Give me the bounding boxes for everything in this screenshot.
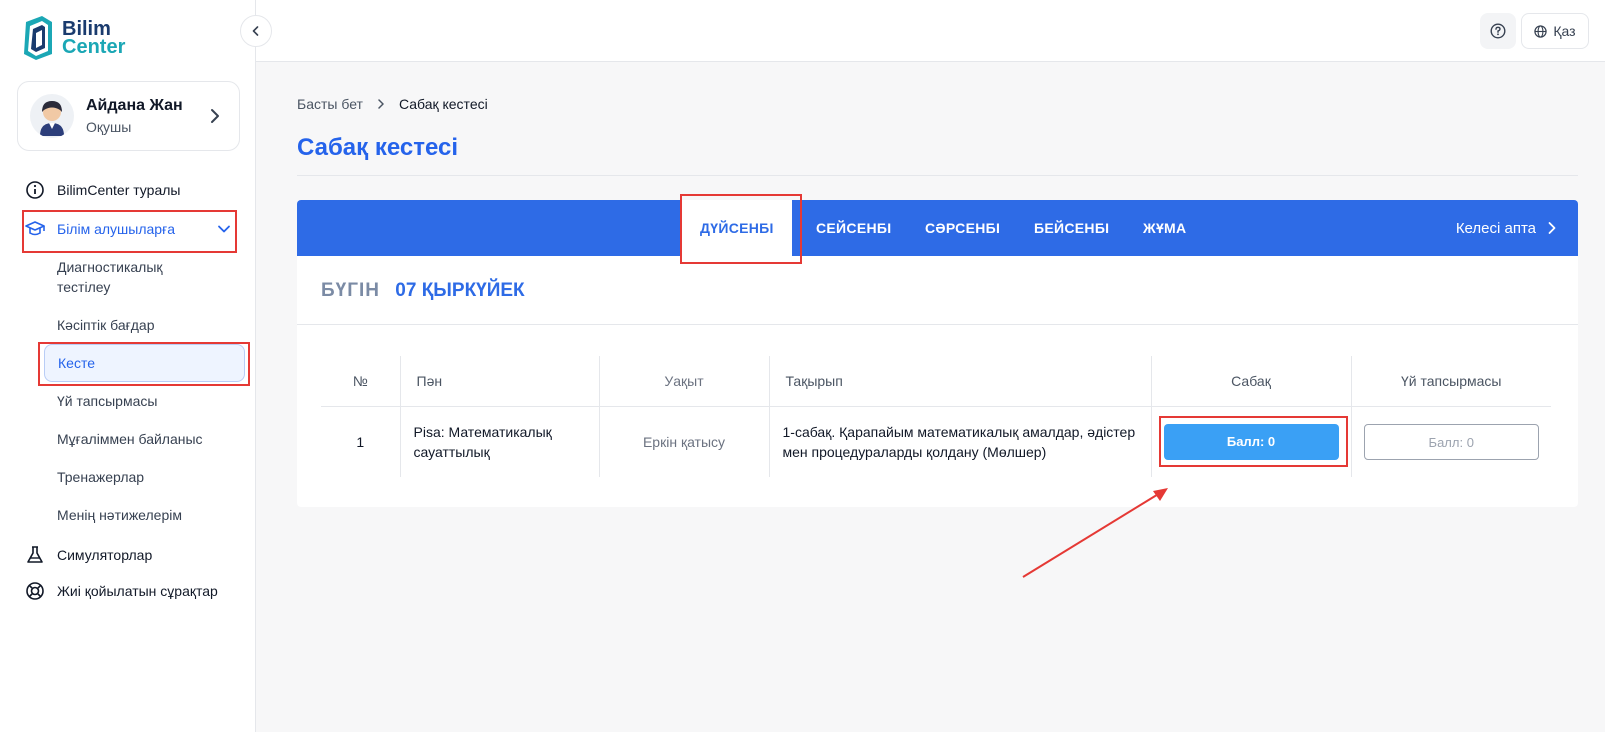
- schedule-table: № Пән Уақыт Тақырып Сабақ Үй тапсырмасы …: [321, 356, 1551, 477]
- topbar: Қаз: [256, 0, 1605, 62]
- today-header: БҮГІН 07 ҚЫРКҮЙЕК: [321, 280, 525, 302]
- chevron-left-icon: [252, 26, 259, 36]
- title-divider: [297, 175, 1578, 176]
- breadcrumb-current: Сабақ кестесі: [398, 96, 488, 112]
- chevron-right-icon: [375, 98, 387, 110]
- nav-simulators-label: Симуляторлар: [57, 547, 153, 563]
- page-title: Сабақ кестесі: [297, 134, 459, 161]
- language-switcher[interactable]: Қаз: [1521, 13, 1589, 49]
- col-lesson-header: Сабақ: [1151, 356, 1352, 407]
- globe-icon: [1534, 24, 1548, 38]
- nav-results[interactable]: Менің нәтижелерім: [57, 505, 182, 525]
- tab-thursday[interactable]: БЕЙСЕНБІ: [1034, 200, 1109, 256]
- nav-homework[interactable]: Үй тапсырмасы: [57, 391, 157, 411]
- next-week-button[interactable]: Келесі апта: [1456, 200, 1558, 256]
- homework-score-button[interactable]: Балл: 0: [1363, 423, 1539, 460]
- nav-about[interactable]: BilimCenter туралы: [25, 180, 180, 200]
- card-divider: [297, 324, 1578, 325]
- chevron-down-icon[interactable]: [217, 222, 231, 236]
- today-date: 07 ҚЫРКҮЙЕК: [395, 280, 525, 301]
- logo-line2: Center: [62, 36, 126, 58]
- table-header-row: № Пән Уақыт Тақырып Сабақ Үй тапсырмасы: [321, 356, 1551, 407]
- row-lesson-cell: Балл: 0: [1151, 406, 1352, 477]
- lifebuoy-icon: [25, 581, 45, 601]
- nav-career[interactable]: Кәсіптік бағдар: [57, 315, 155, 335]
- tab-monday[interactable]: ДҮЙСЕНБІ: [682, 200, 792, 256]
- row-subject: Pisa: Математикалық сауаттылық: [400, 406, 600, 477]
- next-week-label: Келесі апта: [1455, 219, 1536, 237]
- breadcrumb-home[interactable]: Басты бет: [297, 96, 363, 112]
- chevron-right-icon: [211, 109, 219, 123]
- schedule-card: ДҮЙСЕНБІ СЕЙСЕНБІ СӘРСЕНБІ БЕЙСЕНБІ ЖҰМА…: [297, 200, 1578, 507]
- question-circle-icon: [1490, 23, 1506, 39]
- row-homework-cell: Балл: 0: [1351, 406, 1551, 477]
- chevron-right-icon: [1548, 222, 1556, 234]
- lesson-score-button[interactable]: Балл: 0: [1163, 423, 1339, 460]
- collapse-sidebar-button[interactable]: [240, 15, 272, 47]
- row-time: Еркін қатысу: [599, 406, 770, 477]
- profile-card[interactable]: Айдана Жан Оқушы: [17, 81, 240, 151]
- user-avatar-icon: [40, 101, 64, 136]
- nav-faq[interactable]: Жиі қойылатын сұрақтар: [25, 581, 218, 601]
- graduation-cap-icon: [25, 219, 45, 239]
- nav-contact-teacher[interactable]: Мұғаліммен байланыс: [57, 429, 203, 449]
- avatar: [30, 94, 74, 138]
- language-label: Қаз: [1553, 23, 1576, 39]
- logo-text: Bilim Center: [62, 19, 126, 58]
- col-time-header: Уақыт: [599, 356, 770, 407]
- col-subject-header: Пән: [400, 356, 600, 407]
- tab-friday[interactable]: ЖҰМА: [1143, 200, 1186, 256]
- nav-diagnostic[interactable]: Диагностикалық тестілеу: [57, 257, 207, 297]
- logo[interactable]: Bilim Center: [20, 14, 125, 62]
- row-number: 1: [321, 406, 401, 477]
- nav-about-label: BilimCenter туралы: [57, 182, 181, 198]
- help-button[interactable]: [1480, 13, 1516, 49]
- profile-name: Айдана Жан: [86, 97, 183, 114]
- flask-icon: [25, 545, 45, 565]
- nav-simulators[interactable]: Симуляторлар: [25, 545, 152, 565]
- nav-students-label: Білім алушыларға: [57, 221, 175, 237]
- row-topic: 1-сабақ. Қарапайым математикалық амалдар…: [769, 406, 1152, 477]
- sidebar: Bilim Center Айдана Жан Оқушы BilimCente…: [0, 0, 256, 732]
- tab-tuesday[interactable]: СЕЙСЕНБІ: [816, 200, 891, 256]
- table-row: 1 Pisa: Математикалық сауаттылық Еркін қ…: [321, 406, 1551, 477]
- nav-schedule[interactable]: Кесте: [44, 344, 245, 382]
- col-number-header: №: [321, 356, 401, 407]
- tab-wednesday[interactable]: СӘРСЕНБІ: [925, 200, 1000, 256]
- col-homework-header: Үй тапсырмасы: [1351, 356, 1551, 407]
- breadcrumb: Басты бет Сабақ кестесі: [297, 96, 488, 112]
- annotation-arrow-icon: [1022, 488, 1168, 578]
- col-topic-header: Тақырып: [769, 356, 1152, 407]
- nav-trainers[interactable]: Тренажерлар: [57, 467, 144, 487]
- nav-faq-label: Жиі қойылатын сұрақтар: [57, 583, 218, 599]
- info-icon: [25, 180, 45, 200]
- nav-students[interactable]: Білім алушыларға: [25, 219, 175, 239]
- today-label: БҮГІН: [321, 280, 380, 301]
- profile-role: Оқушы: [86, 119, 132, 135]
- day-tabs: ДҮЙСЕНБІ СЕЙСЕНБІ СӘРСЕНБІ БЕЙСЕНБІ ЖҰМА…: [297, 200, 1578, 256]
- logo-mark-icon: [24, 16, 52, 60]
